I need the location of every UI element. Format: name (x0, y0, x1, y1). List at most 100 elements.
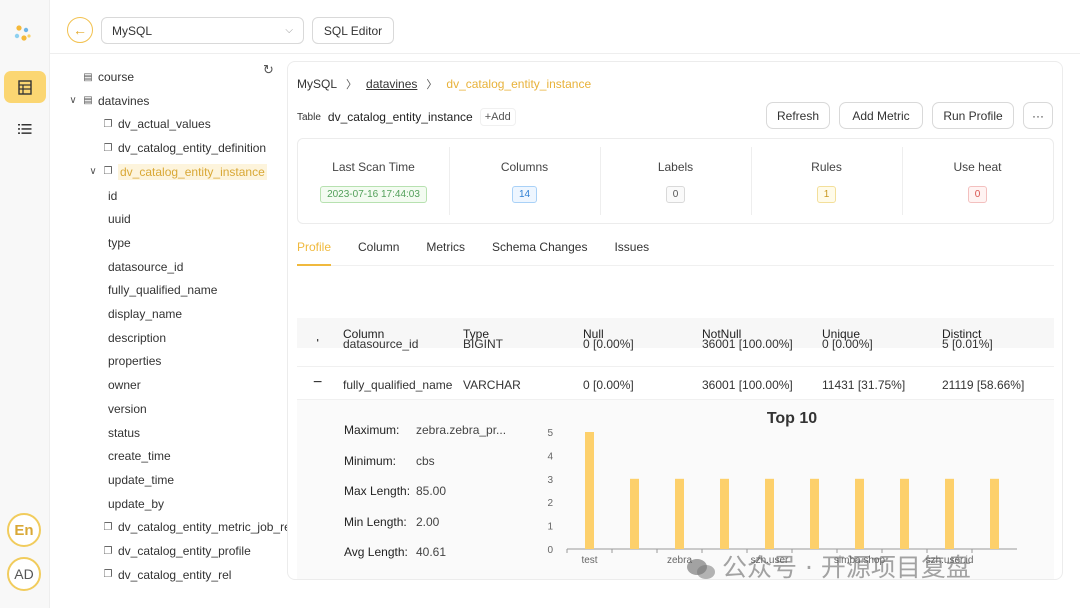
tree-item-table[interactable]: ❐ dv_catalog_entity_definition (102, 138, 267, 158)
user-avatar[interactable]: AD (7, 557, 41, 591)
tab-column[interactable]: Column (358, 240, 399, 266)
table-icon (18, 79, 32, 95)
x-tick-label: test (581, 555, 597, 566)
tree-item-column[interactable]: status (108, 423, 140, 443)
cell-notnull: 36001 [100.00%] (702, 339, 793, 351)
add-label-button[interactable]: +Add (479, 108, 516, 126)
table-title-line: Table dv_catalog_entity_instance +Add (297, 108, 516, 126)
refresh-button[interactable]: Refresh (766, 102, 830, 129)
tab-issues[interactable]: Issues (614, 240, 649, 266)
tree-item-table[interactable]: ❐ dv_catalog_entity_rel (102, 565, 232, 585)
chevron-down-icon: ⌵ (285, 25, 293, 36)
back-button[interactable]: ← (67, 17, 93, 43)
summary-stats: Last Scan Time 2023-07-16 17:44:03 Columns… (297, 138, 1054, 224)
stat-use-heat: Use heat 0 (902, 139, 1053, 223)
table-file-icon: ❐ (103, 545, 113, 557)
tree-item-label: datasource_id (108, 259, 184, 274)
language-switch-button[interactable]: En (7, 513, 41, 547)
tree-item-column[interactable]: type (108, 233, 131, 253)
y-tick-label: 2 (547, 498, 553, 509)
chevron-down-icon[interactable]: ∨ (87, 166, 99, 177)
breadcrumb-database[interactable]: datavines (366, 77, 417, 91)
cell-type: VARCHAR (463, 378, 521, 392)
stat-rules: Rules 1 (751, 139, 902, 223)
tree-item-column[interactable]: owner (108, 375, 141, 395)
list-icon (18, 124, 32, 134)
tab-metrics[interactable]: Metrics (426, 240, 465, 266)
datasource-select[interactable]: MySQL ⌵ (101, 17, 304, 44)
tree-item-label: update_time (108, 472, 175, 487)
tree-item-database[interactable]: ∨ ▤ datavines (67, 91, 149, 111)
cell-column: datasource_id (343, 339, 419, 351)
tree-item-column[interactable]: fully_qualified_name (108, 280, 217, 300)
table-row[interactable]: + datasource_id BIGINT 0 [0.00%] 36001 [100.… (297, 339, 1054, 367)
y-tick-label: 5 (547, 428, 553, 439)
tree-item-table[interactable]: ❐ dv_catalog_entity_profile (102, 541, 251, 561)
list-nav-button[interactable] (4, 113, 46, 145)
tree-item-label: status (108, 425, 141, 440)
watermark: 公众号 · 开源项目复盘 (686, 548, 971, 584)
tree-item-label: dv_catalog_entity_rel (118, 567, 232, 582)
tree-item-column[interactable]: properties (108, 351, 161, 371)
profile-stat-key: Maximum: (344, 423, 400, 437)
breadcrumb-table: dv_catalog_entity_instance (446, 77, 592, 91)
catalog-nav-button[interactable] (4, 71, 46, 103)
run-profile-button[interactable]: Run Profile (932, 102, 1014, 129)
cell-notnull: 36001 [100.00%] (702, 378, 793, 392)
stat-labels: Labels 0 (600, 139, 751, 223)
datasource-select-value: MySQL (112, 23, 153, 38)
stat-label: Rules (811, 160, 842, 174)
tree-item-column[interactable]: create_time (108, 446, 171, 466)
breadcrumb-root[interactable]: MySQL (297, 77, 337, 91)
profile-stat-value: zebra.zebra_pr... (416, 423, 507, 437)
tree-item-label: datavines (98, 93, 150, 108)
tab-profile[interactable]: Profile (297, 240, 332, 266)
tree-item-table[interactable]: ❐ dv_actual_values (102, 114, 211, 134)
refresh-tree-icon[interactable]: ↻ (263, 62, 274, 78)
chevron-down-icon[interactable]: ∨ (67, 95, 79, 106)
table-detail-panel: MySQL 〉 datavines 〉 dv_catalog_entity_in… (287, 61, 1063, 580)
stat-last-scan-time: Last Scan Time 2023-07-16 17:44:03 (298, 139, 449, 223)
cell-distinct: 21119 [58.66%] (942, 378, 1025, 392)
expand-icon[interactable]: + (313, 339, 322, 348)
action-toolbar: Refresh Add Metric Run Profile ··· (766, 102, 1053, 129)
tree-item-label: owner (108, 378, 141, 393)
tree-item-column[interactable]: datasource_id (108, 257, 183, 277)
top-bar: ← MySQL ⌵ SQL Editor (50, 0, 1080, 54)
breadcrumb: MySQL 〉 datavines 〉 dv_catalog_entity_in… (297, 76, 591, 92)
watermark-text: 公众号 · 开源项目复盘 (722, 553, 971, 582)
table-file-icon: ❐ (103, 521, 113, 533)
profile-stat-key: Min Length: (344, 514, 407, 529)
cell-null: 0 [0.00%] (583, 378, 634, 392)
chart-bar (810, 478, 819, 549)
tree-item-column[interactable]: description (108, 328, 166, 348)
tree-item-label: fully_qualified_name (108, 283, 218, 298)
tree-item-column[interactable]: id (108, 186, 117, 206)
chevron-right-icon: 〉 (346, 79, 358, 91)
sql-editor-button[interactable]: SQL Editor (312, 17, 394, 44)
chart-bar (900, 478, 909, 549)
tree-item-column[interactable]: version (108, 399, 147, 419)
tree-item-table[interactable]: ▤ course (82, 67, 134, 87)
tree-item-column[interactable]: update_time (108, 470, 174, 490)
tree-item-label: course (98, 70, 135, 84)
tree-item-table[interactable]: ❐ dv_catalog_entity_metric_job_rel (102, 517, 294, 537)
app-logo-icon (14, 25, 31, 41)
collapse-icon[interactable]: − (313, 374, 322, 392)
tree-item-column[interactable]: uuid (108, 209, 131, 229)
tree-item-column[interactable]: display_name (108, 304, 182, 324)
tree-item-table[interactable]: ∨ ❐ dv_catalog_entity_instance (87, 162, 267, 182)
tab-schema-changes[interactable]: Schema Changes (492, 240, 587, 266)
tree-item-column[interactable]: update_by (108, 494, 164, 514)
profile-stat: Max Length: 85.00 (344, 484, 446, 498)
more-options-button[interactable]: ··· (1023, 102, 1053, 129)
tree-item-label: properties (108, 354, 162, 369)
profile-stat-key: Avg Length: (344, 545, 408, 559)
cell-unique: 0 [0.00%] (822, 339, 873, 351)
profile-stat: Maximum: zebra.zebra_pr... (344, 423, 506, 437)
table-file-icon: ❐ (103, 166, 113, 178)
add-metric-button[interactable]: Add Metric (839, 102, 923, 129)
chart-bar (675, 478, 684, 549)
chart-title: Top 10 (767, 410, 817, 427)
table-row[interactable]: − fully_qualified_name VARCHAR 0 [0.00%] 360… (297, 370, 1054, 400)
